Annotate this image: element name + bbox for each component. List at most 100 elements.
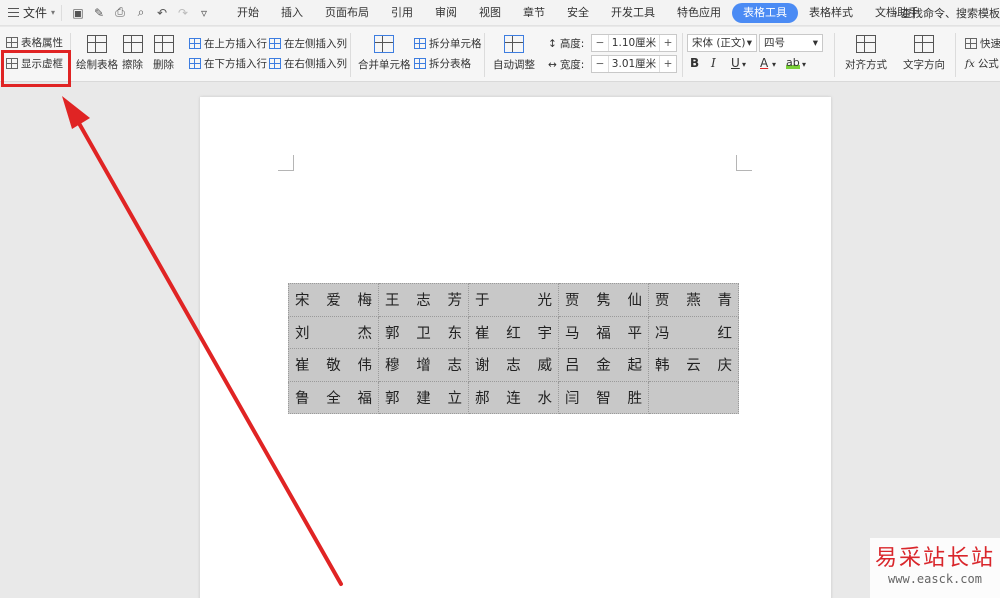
table-cell[interactable]: 冯红 [648, 315, 739, 349]
text-direction-button[interactable]: 文字方向 [903, 35, 945, 72]
cell-char: 郝 [475, 390, 490, 407]
table-cell[interactable]: 崔敬伟 [288, 348, 379, 382]
highlight-color-icon[interactable]: ab [786, 56, 800, 69]
cell-char: 贾 [565, 293, 580, 310]
table-cell[interactable]: 马福平 [558, 315, 649, 349]
table-cell[interactable]: 贾燕青 [648, 283, 739, 317]
more-icon[interactable]: ▿ [198, 6, 210, 20]
cell-char: 福 [596, 325, 611, 342]
font-color-icon[interactable]: A [760, 56, 768, 70]
cell-char: 谢 [475, 358, 490, 375]
tab-11[interactable]: 表格样式 [798, 3, 864, 23]
margin-corner-mark [736, 155, 752, 171]
italic-icon[interactable]: I [711, 56, 716, 70]
underline-icon[interactable]: U [731, 56, 740, 70]
names-table[interactable]: 宋爱梅王志芳于光贾隽仙贾燕青刘杰郭卫东崔红宇马福平冯红崔敬伟穆增志谢志威吕金起韩… [288, 283, 739, 414]
cell-char: 王 [385, 293, 400, 310]
table-properties-button[interactable]: 表格属性 [6, 35, 63, 50]
table-cell[interactable]: 谢志威 [468, 348, 559, 382]
insert-row-above-button[interactable]: 在上方插入行 [189, 36, 267, 51]
chevron-down-icon[interactable]: ▾ [742, 60, 746, 69]
document-page[interactable]: 宋爱梅王志芳于光贾隽仙贾燕青刘杰郭卫东崔红宇马福平冯红崔敬伟穆增志谢志威吕金起韩… [200, 97, 831, 598]
tab-1[interactable]: 插入 [270, 3, 314, 23]
alignment-button[interactable]: 对齐方式 [845, 35, 887, 72]
search-command[interactable]: ⌕ 查找命令、搜索模板 [886, 0, 1000, 26]
table-cell[interactable] [648, 380, 739, 414]
col-width-value[interactable]: 3.01厘米 [608, 56, 660, 72]
decrease-height-button[interactable]: − [592, 37, 608, 49]
table-cell[interactable]: 鲁全福 [288, 380, 379, 414]
undo-icon[interactable]: ↶ [156, 6, 168, 20]
table-cell[interactable]: 郭卫东 [378, 315, 469, 349]
tab-8[interactable]: 开发工具 [600, 3, 666, 23]
print-preview-icon[interactable]: ⌕ [135, 5, 147, 20]
row-height-stepper[interactable]: − 1.10厘米 + [591, 34, 677, 52]
table-cell[interactable]: 王志芳 [378, 283, 469, 317]
search-label: 查找命令、搜索模板 [901, 7, 1000, 20]
merge-cells-button[interactable]: 合并单元格 [358, 35, 411, 72]
table-cell[interactable]: 于光 [468, 283, 559, 317]
cell-text: 谢志威 [475, 354, 552, 375]
tab-7[interactable]: 安全 [556, 3, 600, 23]
delete-button[interactable]: 删除 [153, 35, 174, 72]
format-painter-icon[interactable]: ✎ [93, 6, 105, 20]
table-cell[interactable]: 郝连水 [468, 380, 559, 414]
insert-row-above-icon [189, 38, 201, 49]
save-icon[interactable]: ▣ [72, 6, 84, 20]
tab-6[interactable]: 章节 [512, 3, 556, 23]
table-row: 崔敬伟穆增志谢志威吕金起韩云庆 [288, 348, 739, 382]
cell-char: 梅 [357, 293, 373, 310]
tab-0[interactable]: 开始 [226, 3, 270, 23]
increase-width-button[interactable]: + [660, 58, 676, 70]
cell-text: 郝连水 [475, 387, 552, 408]
chevron-down-icon[interactable]: ▾ [802, 60, 806, 69]
bold-icon[interactable]: B [690, 56, 699, 70]
tab-2[interactable]: 页面布局 [314, 3, 380, 23]
table-cell[interactable]: 刘杰 [288, 315, 379, 349]
cell-text: 郭建立 [385, 387, 462, 408]
decrease-width-button[interactable]: − [592, 58, 608, 70]
insert-row-below-button[interactable]: 在下方插入行 [189, 56, 267, 71]
row-height-value[interactable]: 1.10厘米 [608, 35, 660, 51]
tab-10[interactable]: 表格工具 [732, 2, 799, 23]
table-cell[interactable]: 崔红宇 [468, 315, 559, 349]
divider [834, 33, 835, 77]
table-cell[interactable]: 韩云庆 [648, 348, 739, 382]
file-menu[interactable]: 文件 ▾ [0, 0, 61, 26]
chevron-down-icon[interactable]: ▾ [772, 60, 776, 69]
tab-5[interactable]: 视图 [468, 3, 512, 23]
insert-col-left-button[interactable]: 在左侧插入列 [269, 36, 347, 51]
redo-icon[interactable]: ↷ [177, 6, 189, 20]
table-cell[interactable]: 吕金起 [558, 348, 649, 382]
quick-calc-button[interactable]: 快速 [965, 36, 1000, 51]
tab-4[interactable]: 审阅 [424, 3, 468, 23]
table-cell[interactable]: 郭建立 [378, 380, 469, 414]
erase-button[interactable]: 擦除 [122, 35, 143, 72]
increase-height-button[interactable]: + [660, 37, 676, 49]
cell-text: 刘杰 [295, 322, 372, 343]
draw-table-button[interactable]: 绘制表格 [76, 35, 118, 72]
split-cells-button[interactable]: 拆分单元格 [414, 36, 482, 51]
print-icon[interactable]: ⎙ [114, 5, 126, 20]
cell-char: 隽 [596, 293, 611, 310]
split-cells-icon [414, 38, 426, 49]
cell-text: 穆增志 [385, 354, 462, 375]
table-cell[interactable]: 穆增志 [378, 348, 469, 382]
table-cell[interactable]: 贾隽仙 [558, 283, 649, 317]
cell-char: 穆 [385, 358, 400, 375]
table-row: 刘杰郭卫东崔红宇马福平冯红 [288, 315, 739, 349]
font-size-select[interactable]: 四号 ▾ [759, 34, 823, 52]
tab-9[interactable]: 特色应用 [666, 3, 732, 23]
col-width-stepper[interactable]: − 3.01厘米 + [591, 55, 677, 73]
formula-button[interactable]: fx 公式 [965, 56, 999, 71]
cell-text: 郭卫东 [385, 322, 462, 343]
auto-fit-button[interactable]: 自动调整 [493, 35, 535, 72]
insert-col-right-button[interactable]: 在右侧插入列 [269, 56, 347, 71]
font-name-select[interactable]: 宋体 (正文) ▾ [687, 34, 757, 52]
table-cell[interactable]: 闫智胜 [558, 380, 649, 414]
tab-3[interactable]: 引用 [380, 3, 424, 23]
cell-char: 伟 [357, 358, 373, 375]
delete-label: 删除 [153, 59, 174, 71]
split-table-button[interactable]: 拆分表格 [414, 56, 471, 71]
table-cell[interactable]: 宋爱梅 [288, 283, 379, 317]
